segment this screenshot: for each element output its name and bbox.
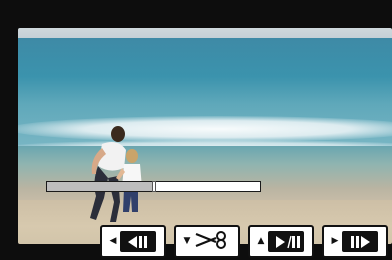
frame-back-button[interactable]: ◀ (100, 225, 166, 258)
play-pause-icon (268, 231, 305, 252)
scissors-icon (194, 230, 230, 254)
parent-and-child-figures (90, 126, 142, 222)
play-pause-button[interactable]: ▲ (248, 225, 314, 258)
frame-back-icon (120, 231, 157, 252)
playback-controls: ◀ ▼ ▲ ▶ (100, 225, 392, 260)
progress-played (47, 182, 154, 191)
left-arrow-icon: ◀ (109, 236, 117, 246)
down-arrow-icon: ▼ (183, 236, 191, 246)
playback-progress-bar[interactable] (46, 181, 261, 192)
cut-button[interactable]: ▼ (174, 225, 240, 258)
video-player: ◀ ▼ ▲ ▶ (0, 0, 392, 260)
right-arrow-icon: ▶ (331, 236, 339, 246)
video-frame (18, 28, 392, 244)
progress-thumb[interactable] (152, 181, 156, 192)
frame-forward-icon (342, 231, 379, 252)
up-arrow-icon: ▲ (257, 236, 265, 246)
frame-forward-button[interactable]: ▶ (322, 225, 388, 258)
